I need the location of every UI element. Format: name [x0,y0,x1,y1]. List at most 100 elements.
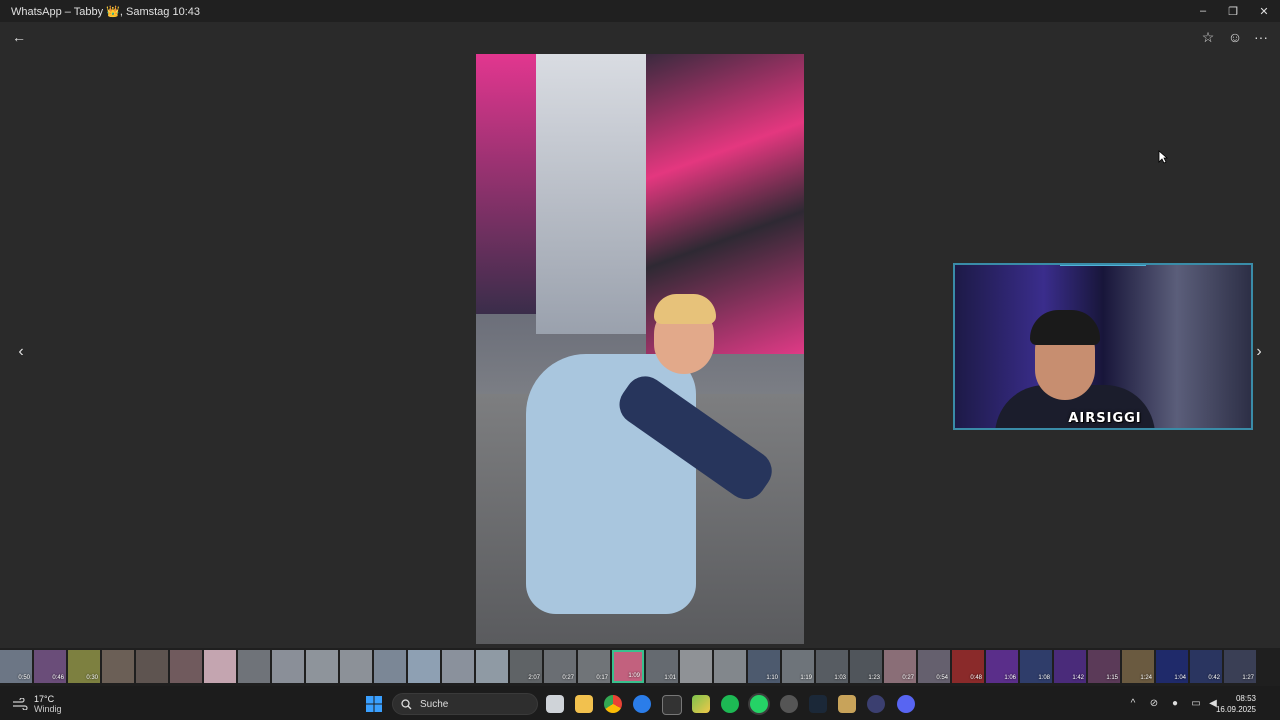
filmstrip-thumb[interactable]: 1:15 [1088,650,1120,683]
clock-date: 16.09.2025 [1215,705,1256,714]
filmstrip-thumb[interactable] [102,650,134,683]
minimize-icon: – [1199,5,1207,17]
network-off-icon[interactable]: ⊘ [1148,697,1160,709]
filmstrip-thumb[interactable] [136,650,168,683]
minimize-button[interactable]: – [1188,0,1218,22]
filmstrip-thumb[interactable]: 0:50 [0,650,32,683]
filmstrip-thumb[interactable] [476,650,508,683]
filmstrip-thumb[interactable]: 1:01 [646,650,678,683]
filmstrip-thumb[interactable]: 1:06 [986,650,1018,683]
filmstrip-thumb[interactable] [238,650,270,683]
media-filmstrip: 0:50 0:46 0:30 2:07 0:27 0:17 1:09 1:01 1:10 1:19… [0,648,1280,686]
filmstrip-thumb[interactable] [374,650,406,683]
taskbar-clock[interactable]: 08:53 16.09.2025 [1216,693,1256,715]
maximize-button[interactable]: ❐ [1218,0,1248,22]
edge-icon[interactable] [633,695,651,713]
webcam-accent-bar [1060,265,1146,266]
media-video[interactable] [476,54,804,644]
filmstrip-thumb[interactable]: 1:03 [816,650,848,683]
thumb-duration: 0:27 [902,675,914,681]
filmstrip-thumb[interactable]: 1:09 [612,650,644,683]
filmstrip-thumb[interactable]: 0:27 [544,650,576,683]
task-view-icon[interactable] [546,695,564,713]
more-icon: ··· [1254,29,1268,45]
previous-media-button[interactable]: ‹ [11,340,31,364]
star-button[interactable]: ☆ [1198,27,1218,47]
weather-widget[interactable]: 17°C Windig [12,694,62,714]
file-explorer-icon[interactable] [575,695,593,713]
filmstrip-thumb[interactable] [170,650,202,683]
filmstrip-thumb[interactable]: 0:27 [884,650,916,683]
chrome-icon[interactable] [604,695,622,713]
back-arrow-icon: ← [12,29,26,45]
clock-time: 08:53 [1235,694,1256,703]
react-button[interactable]: ☺ [1225,27,1245,47]
filmstrip-thumb[interactable]: 1:27 [1224,650,1256,683]
filmstrip-thumb[interactable] [442,650,474,683]
thumb-duration: 1:42 [1072,675,1084,681]
filmstrip-thumb[interactable] [714,650,746,683]
thumb-duration: 1:04 [1174,675,1186,681]
thumb-duration: 0:50 [18,675,30,681]
filmstrip-thumb[interactable] [306,650,338,683]
search-label: Suche [420,698,449,710]
chevron-left-icon: ‹ [18,343,24,360]
thumb-duration: 2:07 [528,675,540,681]
filmstrip-thumb[interactable] [680,650,712,683]
close-button[interactable]: ✕ [1249,0,1279,22]
app-clock-icon[interactable] [780,695,798,713]
star-icon: ☆ [1201,28,1215,45]
filmstrip-thumb[interactable]: 0:17 [578,650,610,683]
filmstrip-thumb[interactable]: 0:48 [952,650,984,683]
filmstrip-thumb[interactable] [340,650,372,683]
thumb-duration: 0:27 [562,675,574,681]
weather-desc: Windig [34,704,62,714]
weather-temp: 17°C [34,694,55,704]
filmstrip-thumb[interactable]: 1:10 [748,650,780,683]
chevron-up-icon[interactable]: ^ [1127,697,1139,709]
thumb-duration: 1:09 [628,673,640,679]
filmstrip-thumb[interactable]: 1:23 [850,650,882,683]
app-icon[interactable] [692,695,710,713]
stage-banner-left [476,54,536,314]
app-icon-2[interactable] [867,695,885,713]
taskbar: 17°C Windig Suche ^ ⊘ ● ▭ ◀ 08:53 16.09.… [0,686,1280,720]
discord-icon[interactable] [897,695,915,713]
filmstrip-thumb[interactable]: 0:30 [68,650,100,683]
filmstrip-thumb[interactable]: 1:24 [1122,650,1154,683]
thumb-duration: 1:15 [1106,675,1118,681]
thumb-duration: 1:10 [766,675,778,681]
filmstrip-thumb[interactable]: 1:08 [1020,650,1052,683]
thumb-duration: 1:08 [1038,675,1050,681]
more-options-button[interactable]: ··· [1251,27,1271,47]
window-title: WhatsApp – Tabby 👑, Samstag 10:43 [11,6,200,18]
thumb-duration: 0:30 [86,675,98,681]
filmstrip-thumb[interactable]: 0:42 [1190,650,1222,683]
title-bar: WhatsApp – Tabby 👑, Samstag 10:43 – ❐ ✕ [0,0,1280,22]
league-icon[interactable] [838,695,856,713]
filmstrip-thumb[interactable] [408,650,440,683]
filmstrip-thumb[interactable] [204,650,236,683]
microphone-icon[interactable]: ● [1169,697,1181,709]
thumb-duration: 1:06 [1004,675,1016,681]
terminal-icon[interactable] [662,695,682,715]
taskbar-search[interactable]: Suche [392,693,538,715]
display-icon[interactable]: ▭ [1190,697,1202,709]
back-button[interactable]: ← [9,27,29,47]
streamer-name: AIRSIGGI [1068,411,1142,426]
whatsapp-icon[interactable] [750,695,768,713]
filmstrip-thumb[interactable]: 0:54 [918,650,950,683]
thumb-duration: 0:54 [936,675,948,681]
filmstrip-thumb[interactable]: 1:19 [782,650,814,683]
filmstrip-thumb[interactable]: 1:04 [1156,650,1188,683]
filmstrip-thumb[interactable]: 1:42 [1054,650,1086,683]
thumb-duration: 1:03 [834,675,846,681]
spotify-icon[interactable] [721,695,739,713]
filmstrip-thumb[interactable] [272,650,304,683]
thumb-duration: 1:01 [664,675,676,681]
steam-icon[interactable] [809,695,827,713]
windows-start-icon[interactable] [366,696,382,712]
thumb-duration: 0:17 [596,675,608,681]
filmstrip-thumb[interactable]: 2:07 [510,650,542,683]
filmstrip-thumb[interactable]: 0:46 [34,650,66,683]
